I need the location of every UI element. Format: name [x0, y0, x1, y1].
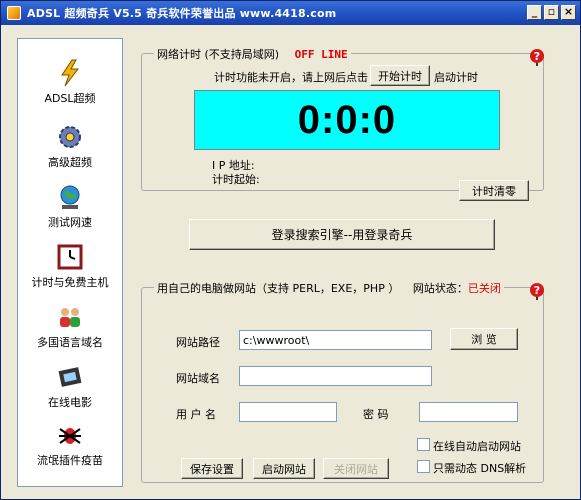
sidebar-item-multilang-domain[interactable]: 多国语言域名 — [18, 303, 122, 350]
save-settings-button[interactable]: 保存设置 — [181, 458, 243, 479]
website-status-label: 网站状态： — [412, 282, 468, 295]
auto-start-checkbox[interactable] — [417, 438, 430, 451]
sidebar-item-label: 流氓插件疫苗 — [37, 454, 103, 467]
lightning-icon — [61, 59, 80, 87]
website-status-value: 已关闭 — [467, 282, 501, 295]
bug-icon — [59, 428, 81, 444]
sidebar-item-label: 在线电影 — [48, 396, 92, 409]
minimize-icon[interactable]: _ — [527, 5, 542, 20]
timer-start-label: 计时起始: — [212, 173, 260, 186]
password-label: 密 码 — [363, 408, 389, 421]
close-site-button[interactable]: 关闭网站 — [323, 458, 389, 479]
close-icon[interactable]: × — [561, 5, 576, 20]
sidebar-item-plugin-vaccine[interactable]: 流氓插件疫苗 — [18, 421, 122, 468]
browse-button[interactable]: 浏 览 — [450, 328, 518, 350]
restore-icon[interactable]: ▫ — [544, 5, 559, 20]
sidebar-item-label: 多国语言域名 — [37, 336, 103, 349]
dynamic-dns-checkbox[interactable] — [417, 460, 430, 473]
sidebar-item-advanced-overclock[interactable]: 高级超频 — [18, 123, 122, 170]
globe-icon — [60, 185, 80, 209]
timer-hint-after: 启动计时 — [434, 71, 478, 84]
window-controls: _ ▫ × — [527, 5, 576, 20]
gear-icon — [59, 126, 81, 148]
sidebar-item-online-movie[interactable]: 在线电影 — [18, 363, 122, 410]
password-input[interactable] — [419, 402, 518, 422]
help-icon[interactable]: ? — [529, 282, 545, 300]
website-group-label: 用自己的电脑做网站（支持 PERL，EXE，PHP ） — [157, 282, 400, 295]
timer-hint-before: 计时功能未开启，请上网后点击 — [214, 71, 368, 84]
username-input[interactable] — [239, 402, 337, 422]
site-domain-label: 网站域名 — [176, 372, 220, 385]
svg-text:?: ? — [534, 50, 540, 63]
auto-start-label: 在线自动启动网站 — [433, 440, 521, 453]
sidebar-item-timer-hosting[interactable]: 计时与免费主机 — [18, 243, 122, 290]
sidebar-item-label: ADSL超频 — [44, 92, 96, 105]
svg-text:?: ? — [534, 284, 540, 297]
reset-timer-button[interactable]: 计时清零 — [459, 180, 529, 201]
sidebar-item-label: 高级超频 — [48, 156, 92, 169]
site-path-input[interactable] — [239, 330, 432, 350]
film-icon — [58, 367, 82, 387]
search-engine-login-button[interactable]: 登录搜索引擎--用登录奇兵 — [189, 219, 495, 250]
timer-display: 0:0:0 — [194, 90, 500, 150]
sidebar-item-label: 计时与免费主机 — [31, 276, 109, 289]
timer-group-title: 网络计时 (不支持局域网) OFF LINE — [154, 46, 351, 62]
offline-status: OFF LINE — [294, 48, 348, 61]
site-domain-input[interactable] — [239, 366, 432, 386]
app-icon — [7, 6, 21, 20]
sidebar: ADSL超频 高级超频 测试网速 计时与免费主机 多国语言域名 在线电影 流氓插… — [17, 38, 123, 487]
timer-value: 0:0:0 — [297, 97, 397, 142]
start-site-button[interactable]: 启动网站 — [253, 458, 315, 479]
timer-group-label: 网络计时 (不支持局域网) — [157, 48, 280, 61]
help-icon[interactable]: ? — [529, 48, 545, 66]
sidebar-item-speed-test[interactable]: 测试网速 — [18, 183, 122, 230]
clock-icon — [57, 244, 83, 270]
title-bar[interactable]: ADSL 超频奇兵 V5.5 奇兵软件荣誉出品 www.4418.com _ ▫… — [1, 1, 580, 25]
people-icon — [60, 308, 80, 327]
sidebar-item-adsl-overclock[interactable]: ADSL超频 — [18, 59, 122, 106]
window-title: ADSL 超频奇兵 V5.5 奇兵软件荣誉出品 www.4418.com — [27, 7, 337, 20]
start-timer-button[interactable]: 开始计时 — [370, 65, 430, 86]
app-window: ADSL 超频奇兵 V5.5 奇兵软件荣誉出品 www.4418.com _ ▫… — [0, 0, 581, 500]
sidebar-item-label: 测试网速 — [48, 216, 92, 229]
dynamic-dns-label: 只需动态 DNS解析 — [433, 462, 527, 475]
website-group-title: 用自己的电脑做网站（支持 PERL，EXE，PHP ） 网站状态：已关闭 — [154, 280, 504, 296]
site-path-label: 网站路径 — [176, 336, 220, 349]
username-label: 用 户 名 — [176, 408, 216, 421]
